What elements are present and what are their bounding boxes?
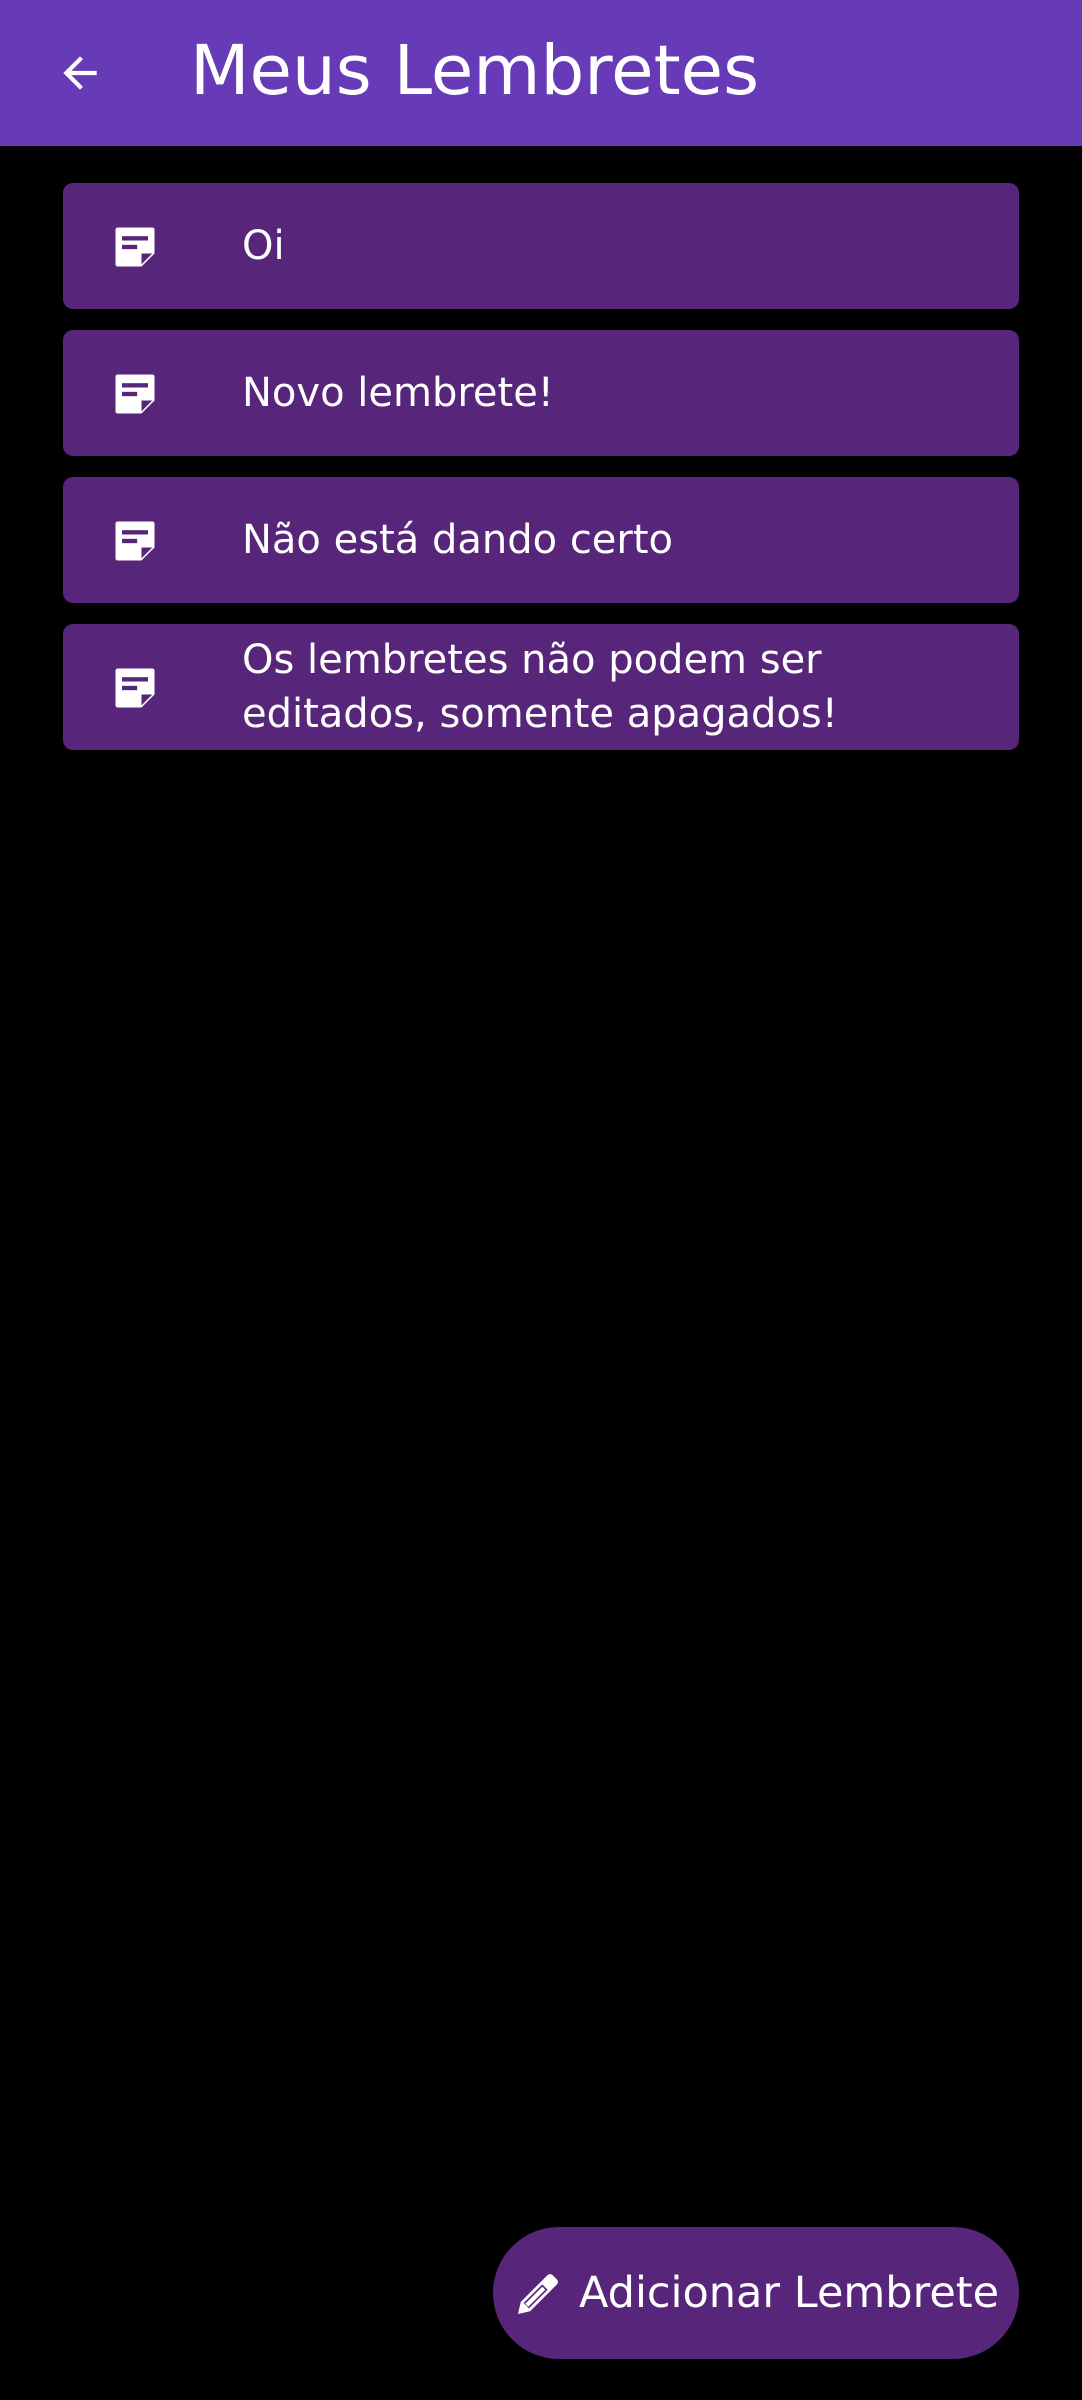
add-reminder-button[interactable]: Adicionar Lembrete (493, 2227, 1019, 2359)
reminder-item[interactable]: Oi (63, 183, 1019, 309)
reminder-text: Novo lembrete! (242, 370, 554, 416)
app-bar: Meus Lembretes (0, 0, 1082, 146)
reminder-item[interactable]: Não está dando certo (63, 477, 1019, 603)
note-icon (115, 374, 155, 414)
note-icon (115, 521, 155, 561)
reminder-item[interactable]: Os lembretes não podem ser editados, som… (63, 624, 1019, 750)
reminder-item[interactable]: Novo lembrete! (63, 330, 1019, 456)
add-reminder-label: Adicionar Lembrete (579, 2268, 1000, 2318)
reminder-list: Oi Novo lembrete! Não está dando certo O… (63, 183, 1019, 771)
page-title: Meus Lembretes (190, 31, 760, 111)
note-icon (115, 668, 155, 708)
note-icon (115, 227, 155, 267)
pencil-icon (518, 2274, 558, 2314)
back-button[interactable] (40, 33, 120, 113)
arrow-left-icon (63, 56, 97, 90)
reminder-text: Os lembretes não podem ser editados, som… (242, 637, 838, 737)
reminder-text: Oi (242, 223, 285, 269)
reminder-text: Não está dando certo (242, 517, 674, 563)
